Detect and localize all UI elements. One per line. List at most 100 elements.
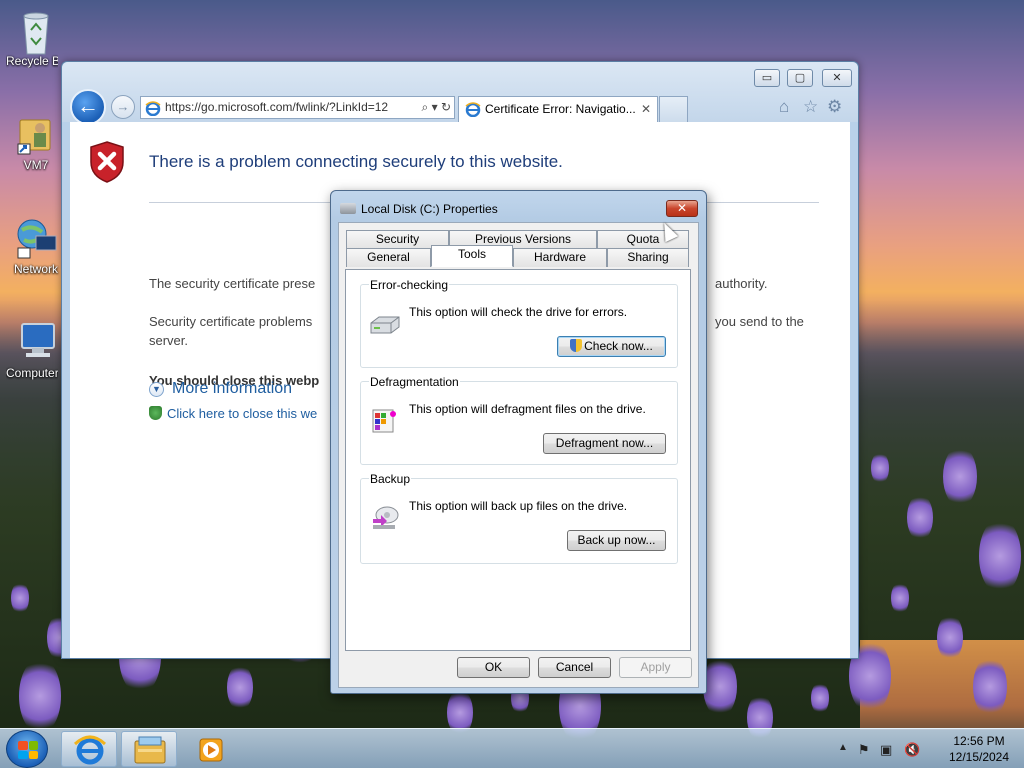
green-shield-icon bbox=[149, 406, 162, 420]
desktop-icon-label: Network bbox=[13, 262, 58, 276]
error-heading: There is a problem connecting securely t… bbox=[149, 152, 563, 171]
taskbar: ▲ ⚑ ▣ 🔇 12:56 PM 12/15/2024 bbox=[0, 728, 1024, 768]
wallpaper-flower bbox=[979, 518, 1021, 594]
cert-paragraph-1: The security certificate prese bbox=[149, 274, 315, 293]
backup-description: This option will back up files on the dr… bbox=[409, 499, 628, 513]
drive-icon bbox=[340, 203, 356, 214]
browser-close-button[interactable]: ✕ bbox=[822, 69, 852, 87]
cert-paragraph-2-line2: server. bbox=[149, 333, 189, 348]
wallpaper-flower bbox=[19, 658, 61, 734]
defragmentation-group: Defragmentation This option will defragm… bbox=[360, 375, 678, 465]
search-icon[interactable]: ⌕ bbox=[421, 100, 428, 114]
tab-close-button[interactable]: ✕ bbox=[641, 97, 651, 121]
minimize-button[interactable]: ▭ bbox=[754, 69, 780, 87]
hard-drive-icon bbox=[370, 316, 400, 334]
check-now-label: Check now... bbox=[584, 339, 653, 353]
tab-tools[interactable]: Tools bbox=[431, 245, 513, 267]
address-url: https://go.microsoft.com/fwlink/?LinkId=… bbox=[165, 100, 389, 114]
ie-page-icon bbox=[145, 101, 161, 116]
refresh-icon[interactable]: ↻ bbox=[441, 100, 451, 114]
clock[interactable]: 12:56 PM 12/15/2024 bbox=[944, 733, 1014, 765]
back-up-now-button[interactable]: Back up now... bbox=[567, 530, 666, 551]
close-page-link[interactable]: Click here to close this we bbox=[167, 406, 317, 421]
backup-icon bbox=[373, 506, 399, 529]
maximize-button[interactable]: ▢ bbox=[787, 69, 813, 87]
show-hidden-icons[interactable]: ▲ bbox=[838, 742, 848, 753]
backup-group: Backup This option will back up files on… bbox=[360, 472, 678, 564]
star-icon[interactable]: ☆ bbox=[803, 97, 818, 117]
network-icon bbox=[14, 216, 58, 260]
start-button[interactable] bbox=[6, 730, 48, 768]
tab-general[interactable]: General bbox=[346, 248, 431, 267]
address-bar[interactable]: https://go.microsoft.com/fwlink/?LinkId=… bbox=[140, 96, 455, 119]
browser-titlebar: ▭ ▢ ✕ ← → https://go.microsoft.com/fwlin… bbox=[62, 62, 858, 125]
more-information-label: More information bbox=[172, 380, 293, 397]
cert-paragraph-2-end: you send to the bbox=[715, 314, 804, 329]
folder-user-icon bbox=[14, 112, 58, 156]
backup-label: Backup bbox=[369, 472, 412, 486]
address-tools: ⌕ ▾ ↻ bbox=[417, 97, 451, 118]
error-checking-description: This option will check the drive for err… bbox=[409, 305, 628, 319]
computer-icon bbox=[14, 320, 58, 364]
dialog-body: Security Previous Versions Quota General… bbox=[338, 222, 699, 688]
browser-tab[interactable]: Certificate Error: Navigatio... ✕ bbox=[458, 96, 658, 122]
back-button[interactable]: ← bbox=[70, 89, 106, 125]
file-explorer-icon bbox=[134, 736, 166, 764]
forward-arrow-icon: → bbox=[116, 99, 130, 114]
home-icon[interactable]: ⌂ bbox=[779, 97, 789, 117]
more-information-toggle[interactable]: ▼ More information bbox=[149, 380, 292, 398]
wallpaper-flower bbox=[703, 656, 737, 718]
internet-explorer-icon bbox=[73, 735, 107, 765]
taskbar-internet-explorer[interactable] bbox=[61, 731, 117, 767]
desktop-icon-network[interactable]: Network bbox=[6, 216, 66, 276]
desktop-icon-vm7[interactable]: VM7 bbox=[6, 112, 66, 172]
apply-button[interactable]: Apply bbox=[619, 657, 692, 678]
forward-button[interactable]: → bbox=[111, 95, 135, 119]
close-link-row[interactable]: Click here to close this we bbox=[149, 404, 317, 423]
windows-logo-icon bbox=[18, 741, 38, 759]
wallpaper-flower bbox=[907, 494, 933, 541]
gear-icon[interactable]: ⚙ bbox=[827, 97, 842, 117]
chevron-down-icon: ▼ bbox=[149, 382, 164, 397]
properties-dialog: Local Disk (C:) Properties ✕ Security Pr… bbox=[330, 190, 707, 694]
error-checking-group: Error-checking This option will check th… bbox=[360, 278, 678, 368]
tab-sharing[interactable]: Sharing bbox=[607, 248, 689, 267]
recycle-bin-icon bbox=[14, 8, 58, 55]
error-shield-icon bbox=[90, 141, 124, 183]
dialog-close-button[interactable]: ✕ bbox=[666, 200, 698, 217]
wallpaper-flower bbox=[227, 664, 253, 711]
media-player-icon bbox=[199, 738, 223, 762]
ie-tab-icon bbox=[465, 102, 481, 117]
check-now-button[interactable]: Check now... bbox=[557, 336, 666, 357]
new-tab-button[interactable] bbox=[659, 96, 688, 122]
defragment-now-button[interactable]: Defragment now... bbox=[543, 433, 666, 454]
desktop-icon-computer[interactable]: Computer bbox=[6, 320, 66, 380]
network-tray-icon[interactable]: ▣ bbox=[880, 742, 892, 758]
volume-muted-icon[interactable]: 🔇 bbox=[904, 742, 920, 758]
uac-shield-icon bbox=[570, 339, 583, 352]
tools-panel: Error-checking This option will check th… bbox=[345, 269, 691, 651]
clock-time: 12:56 PM bbox=[953, 734, 1005, 748]
defragmentation-label: Defragmentation bbox=[369, 375, 460, 389]
cert-paragraph-2: Security certificate problems bbox=[149, 314, 313, 329]
system-tray: ▲ ⚑ ▣ 🔇 12:56 PM 12/15/2024 bbox=[824, 729, 1014, 768]
defragmentation-description: This option will defragment files on the… bbox=[409, 402, 646, 416]
cancel-button[interactable]: Cancel bbox=[538, 657, 611, 678]
desktop-icon-label: VM7 bbox=[23, 158, 49, 172]
taskbar-file-explorer[interactable] bbox=[121, 731, 177, 767]
cert-paragraph-1-text: The security certificate prese bbox=[149, 276, 316, 291]
error-checking-label: Error-checking bbox=[369, 278, 450, 292]
dialog-title: Local Disk (C:) Properties bbox=[361, 202, 498, 216]
ok-button[interactable]: OK bbox=[457, 657, 530, 678]
taskbar-media-player[interactable] bbox=[183, 731, 239, 767]
dropdown-icon[interactable]: ▾ bbox=[432, 100, 438, 114]
clock-date: 12/15/2024 bbox=[948, 750, 1010, 764]
wallpaper-flower bbox=[937, 614, 963, 661]
action-center-flag-icon[interactable]: ⚑ bbox=[858, 742, 870, 758]
tab-hardware[interactable]: Hardware bbox=[513, 248, 607, 267]
desktop-icon-recycle-bin[interactable]: Recycle Bin bbox=[6, 8, 66, 68]
wallpaper-flower bbox=[973, 656, 1007, 718]
desktop-icon-label: Computer bbox=[6, 366, 58, 380]
tab-title: Certificate Error: Navigatio... bbox=[485, 102, 636, 116]
back-arrow-icon: ← bbox=[77, 93, 99, 118]
